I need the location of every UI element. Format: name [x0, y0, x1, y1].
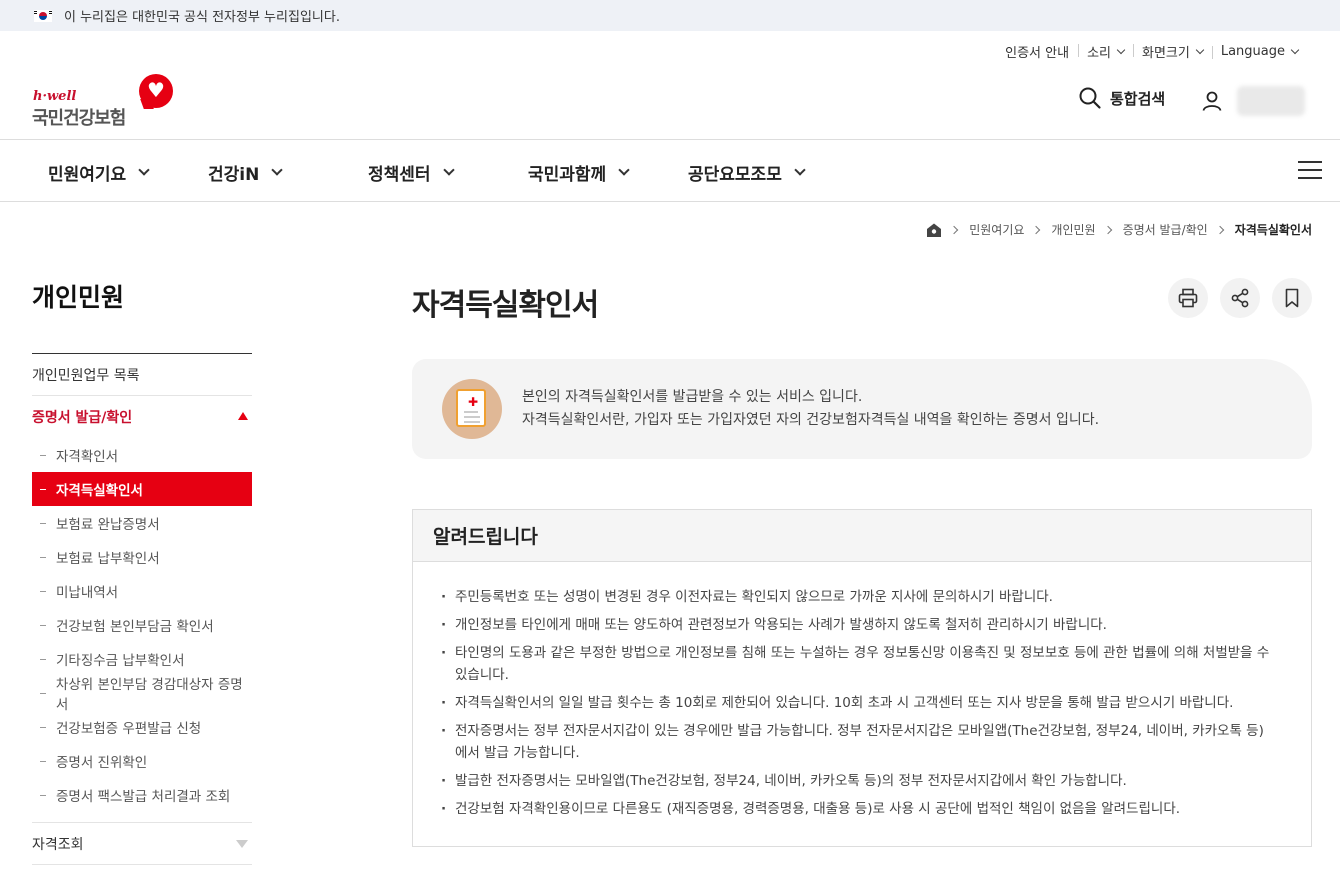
- sidebar-item[interactable]: 증명서 진위확인: [32, 744, 252, 778]
- page-actions: [1168, 278, 1312, 318]
- expand-arrow-icon: [236, 840, 248, 848]
- language-menu[interactable]: Language: [1211, 44, 1307, 59]
- share-button[interactable]: [1220, 278, 1260, 318]
- korean-flag-icon: [34, 9, 52, 22]
- cert-guide-link[interactable]: 인증서 안내: [996, 42, 1078, 61]
- hamburger-menu-icon[interactable]: [1298, 161, 1322, 179]
- zoom-menu[interactable]: 화면크기: [1133, 42, 1212, 61]
- intro-text: 본인의 자격득실확인서를 발급받을 수 있는 서비스 입니다. 자격득실확인서란…: [522, 389, 1100, 428]
- integrated-search-button[interactable]: 통합검색: [1078, 86, 1165, 110]
- chevron-down-icon: [138, 164, 150, 176]
- gnb-item-about[interactable]: 공단요모조모: [688, 160, 806, 185]
- notice-title: 알려드립니다: [413, 510, 1311, 562]
- utility-menu: 인증서 안내 소리 화면크기 Language: [996, 42, 1307, 61]
- share-icon: [1231, 288, 1249, 308]
- sidebar-item[interactable]: 건강보험 본인부담금 확인서: [32, 608, 252, 642]
- nhis-logo[interactable]: h·well 국민건강보험: [32, 74, 177, 129]
- notice-list: 주민등록번호 또는 성명이 변경된 경우 이전자료는 확인되지 않으므로 가까운…: [413, 562, 1311, 820]
- home-icon[interactable]: [926, 222, 942, 238]
- notice-item: 발급한 전자증명서는 모바일앱(The건강보험, 정부24, 네이버, 카카오톡…: [441, 770, 1271, 792]
- print-icon: [1178, 288, 1198, 308]
- sidebar-item[interactable]: 보험료 납부확인서: [32, 540, 252, 574]
- gnb-item-policy[interactable]: 정책센터: [368, 160, 455, 185]
- sidebar-item[interactable]: 미납내역서: [32, 574, 252, 608]
- breadcrumb-item[interactable]: 증명서 발급/확인: [1123, 221, 1208, 238]
- sidebar-item[interactable]: 보험료 완납증명서: [32, 506, 252, 540]
- service-intro-box: ✚ 본인의 자격득실확인서를 발급받을 수 있는 서비스 입니다. 자격득실확인…: [412, 359, 1312, 459]
- notice-item: 개인정보를 타인에게 매매 또는 양도하여 관련정보가 악용되는 사례가 발생하…: [441, 614, 1271, 636]
- sidebar: 개인민원 개인민원업무 목록 증명서 발급/확인 자격확인서 자격득실확인서 보…: [32, 270, 252, 865]
- heart-logo-icon: [139, 74, 173, 108]
- notice-item: 자격득실확인서의 일일 발급 횟수는 총 10회로 제한되어 있습니다. 10회…: [441, 692, 1271, 714]
- notice-item: 전자증명서는 정부 전자문서지갑이 있는 경우에만 발급 가능합니다. 정부 전…: [441, 720, 1271, 764]
- gnb-item-health-in[interactable]: 건강iN: [208, 160, 284, 185]
- sidebar-group-certificates[interactable]: 증명서 발급/확인: [32, 396, 252, 438]
- sidebar-item[interactable]: 차상위 본인부담 경감대상자 증명서: [32, 676, 252, 713]
- breadcrumb-current: 자격득실확인서: [1234, 223, 1312, 237]
- chevron-down-icon: [1290, 45, 1300, 54]
- global-nav: 민원여기요 건강iN 정책센터 국민과함께 공단요모조모: [0, 139, 1340, 202]
- sidebar-item-active[interactable]: 자격득실확인서: [32, 472, 252, 506]
- sidebar-group-list[interactable]: 개인민원업무 목록: [32, 354, 252, 396]
- breadcrumb-item[interactable]: 민원여기요: [969, 221, 1024, 238]
- sound-menu[interactable]: 소리: [1078, 42, 1133, 61]
- chevron-down-icon: [1116, 45, 1126, 54]
- bookmark-icon: [1285, 288, 1299, 308]
- gnb-item-minwon[interactable]: 민원여기요: [48, 160, 150, 185]
- collapse-arrow-icon: [238, 412, 248, 420]
- print-button[interactable]: [1168, 278, 1208, 318]
- chevron-down-icon: [442, 164, 455, 176]
- document-icon: ✚: [442, 379, 502, 439]
- sidebar-item[interactable]: 기타징수금 납부확인서: [32, 642, 252, 676]
- sidebar-title: 개인민원: [32, 270, 252, 354]
- sidebar-sublist: 자격확인서 자격득실확인서 보험료 완납증명서 보험료 납부확인서 미납내역서 …: [32, 438, 252, 823]
- gov-banner-text: 이 누리집은 대한민국 공식 전자정부 누리집입니다.: [64, 10, 340, 25]
- sidebar-item[interactable]: 건강보험증 우편발급 신청: [32, 710, 252, 744]
- notice-box: 알려드립니다 주민등록번호 또는 성명이 변경된 경우 이전자료는 확인되지 않…: [412, 509, 1312, 847]
- user-name-blurred: [1237, 86, 1305, 116]
- notice-item: 주민등록번호 또는 성명이 변경된 경우 이전자료는 확인되지 않으므로 가까운…: [441, 586, 1271, 608]
- breadcrumb: 민원여기요 개인민원 증명서 발급/확인 자격득실확인서: [926, 221, 1312, 238]
- user-icon: [1202, 91, 1222, 111]
- chevron-down-icon: [794, 164, 806, 176]
- gov-banner: 이 누리집은 대한민국 공식 전자정부 누리집입니다.: [0, 0, 1340, 31]
- notice-item: 타인명의 도용과 같은 부정한 방법으로 개인정보를 침해 또는 누설하는 경우…: [441, 642, 1271, 686]
- chevron-down-icon: [271, 164, 284, 176]
- breadcrumb-item[interactable]: 개인민원: [1051, 221, 1095, 238]
- search-icon: [1079, 87, 1101, 109]
- logo-name: 국민건강보험: [32, 108, 126, 129]
- chevron-down-icon: [618, 164, 630, 176]
- notice-item: 건강보험 자격확인용이므로 다른용도 (재직증명용, 경력증명용, 대출용 등)…: [441, 798, 1271, 820]
- logo-brand: h·well: [33, 89, 77, 104]
- sidebar-item[interactable]: 증명서 팩스발급 처리결과 조회: [32, 778, 252, 812]
- gnb-item-together[interactable]: 국민과함께: [528, 160, 630, 185]
- user-menu[interactable]: [1201, 86, 1305, 116]
- bookmark-button[interactable]: [1272, 278, 1312, 318]
- sidebar-group-eligibility[interactable]: 자격조회: [32, 823, 252, 865]
- sidebar-item[interactable]: 자격확인서: [32, 438, 252, 472]
- page-title: 자격득실확인서: [412, 288, 599, 323]
- chevron-down-icon: [1195, 45, 1205, 54]
